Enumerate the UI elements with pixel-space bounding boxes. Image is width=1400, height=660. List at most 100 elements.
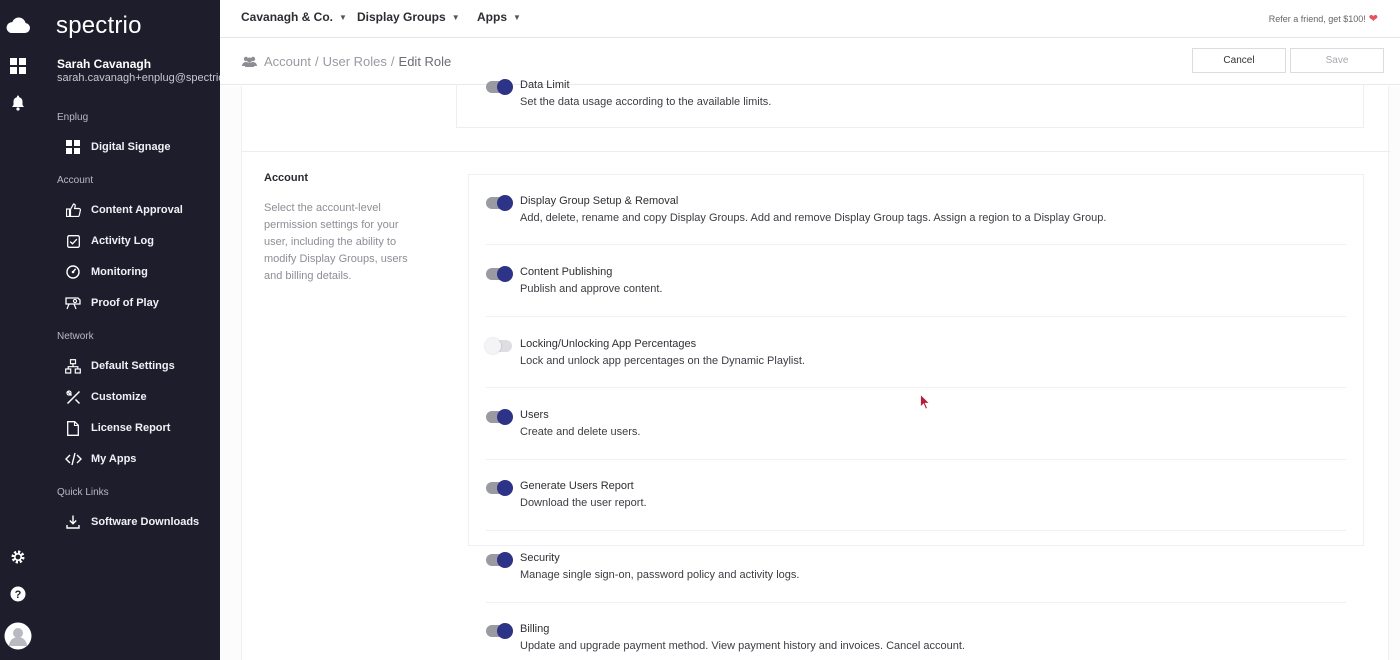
chevron-down-icon: ▼ [513,12,521,22]
sidebar-item-software-downloads[interactable]: Software Downloads [64,512,199,532]
data-limit-toggle[interactable] [486,79,513,95]
perm-title: Users [520,409,549,421]
menu-label: Apps [477,10,507,24]
user-name: Sarah Cavanagh [57,57,152,71]
locking-unlocking-toggle[interactable] [485,338,512,354]
bell-icon[interactable] [0,95,36,111]
network-icon [64,357,82,375]
account-switcher-menu[interactable]: Cavanagh & Co. ▼ [241,10,347,24]
sidebar-item-customize[interactable]: Customize [64,387,147,407]
refer-text: Refer a friend, get $100! [1268,13,1366,24]
section-label-quick-links: Quick Links [57,487,109,498]
section-label-enplug: Enplug [57,112,89,123]
help-icon[interactable]: ? [0,586,36,602]
sidebar-item-label: Activity Log [91,235,154,247]
sidebar-item-label: Default Settings [91,360,175,372]
perm-description: Update and upgrade payment method. View … [520,640,965,652]
display-group-setup-toggle[interactable] [486,195,513,211]
section-divider [242,151,1390,152]
apps-menu[interactable]: Apps ▼ [477,10,521,24]
security-toggle[interactable] [486,552,513,568]
breadcrumb: Account / User Roles / Edit Role [242,54,451,69]
brand-logo[interactable]: spectrio [56,12,142,40]
sidebar-item-label: Software Downloads [91,516,200,528]
checkbox-icon [64,232,82,250]
breadcrumb-edit-role: Edit Role [398,54,452,69]
generate-users-report-toggle[interactable] [486,480,513,496]
perm-separator [486,602,1346,603]
perm-title: Security [520,552,560,564]
gauge-icon [64,263,82,281]
account-section-description: Select the account-level permission sett… [264,202,408,282]
content-publishing-toggle[interactable] [486,266,513,282]
sidebar-item-label: My Apps [91,453,137,465]
billing-toggle[interactable] [486,623,513,639]
perm-title: Content Publishing [520,266,613,278]
sidebar-item-activity-log[interactable]: Activity Log [64,231,154,251]
perm-description: Create and delete users. [520,426,641,438]
menu-label: Cavanagh & Co. [241,10,334,24]
perm-title: Data Limit [520,79,570,91]
sidebar-item-label: Proof of Play [91,297,159,309]
perm-description: Add, delete, rename and copy Display Gro… [520,212,1107,224]
user-email: sarah.cavanagh+enplug@spectrio.com [57,72,220,84]
sidebar-item-label: Customize [91,391,147,403]
tools-icon [64,388,82,406]
breadcrumb-separator: / [314,54,319,69]
sidebar-item-proof-of-play[interactable]: Proof of Play [64,293,159,313]
document-icon [64,419,82,437]
section-label-account: Account [57,175,94,186]
sidebar-item-digital-signage[interactable]: Digital Signage [64,137,170,157]
perm-separator [486,530,1346,531]
content-area: Data Limit Set the data usage according … [220,79,1400,660]
projector-icon [64,294,82,312]
grid-icon [64,138,82,156]
perm-separator [486,459,1346,460]
breadcrumb-user-roles[interactable]: User Roles [323,54,387,69]
sidebar-item-content-approval[interactable]: Content Approval [64,200,183,220]
perm-description: Set the data usage according to the avai… [520,96,772,108]
perm-title: Locking/Unlocking App Percentages [520,338,697,350]
cancel-button[interactable]: Cancel [1192,48,1286,73]
users-icon [242,56,257,67]
mouse-cursor-icon [920,393,931,415]
perm-description: Manage single sign-on, password policy a… [520,569,800,581]
perm-separator [486,387,1346,388]
code-icon [64,450,82,468]
perm-title: Generate Users Report [520,480,634,492]
display-groups-menu[interactable]: Display Groups ▼ [357,10,460,24]
perm-title: Display Group Setup & Removal [520,195,679,207]
users-toggle[interactable] [486,409,513,425]
svg-text:?: ? [15,589,22,601]
sidebar-item-label: Digital Signage [91,141,171,153]
perm-description: Lock and unlock app percentages on the D… [520,355,805,367]
breadcrumb-bar: Account / User Roles / Edit Role Cancel … [220,39,1400,85]
sidebar-item-default-settings[interactable]: Default Settings [64,356,175,376]
perm-description: Publish and approve content. [520,283,663,295]
role-settings-panel: Data Limit Set the data usage according … [241,79,1390,660]
gear-icon[interactable] [0,549,36,565]
sidebar-item-label: Content Approval [91,204,183,216]
sidebar-item-monitoring[interactable]: Monitoring [64,262,148,282]
dashboard-icon[interactable] [0,58,36,74]
account-section-title: Account [264,172,308,184]
perm-separator [486,244,1346,245]
heart-icon: ❤ [1368,13,1378,25]
sidebar-item-label: License Report [91,422,171,434]
refer-a-friend-link[interactable]: Refer a friend, get $100! ❤ [1269,12,1378,25]
chevron-down-icon: ▼ [451,12,460,22]
sidebar-item-my-apps[interactable]: My Apps [64,449,136,469]
user-avatar[interactable] [0,622,36,650]
menu-label: Display Groups [357,10,446,24]
sidebar-item-license-report[interactable]: License Report [64,418,170,438]
section-label-network: Network [57,331,94,342]
sidebar: spectrio Sarah Cavanagh sarah.cavanagh+e… [36,0,220,660]
perm-title: Billing [520,623,550,635]
cloud-logo-icon[interactable] [0,16,36,34]
breadcrumb-separator: / [390,54,395,69]
breadcrumb-account[interactable]: Account [264,54,311,69]
chevron-down-icon: ▼ [339,12,347,22]
sidebar-item-label: Monitoring [91,266,148,278]
save-button[interactable]: Save [1290,48,1384,73]
icon-rail: ? [0,0,36,660]
